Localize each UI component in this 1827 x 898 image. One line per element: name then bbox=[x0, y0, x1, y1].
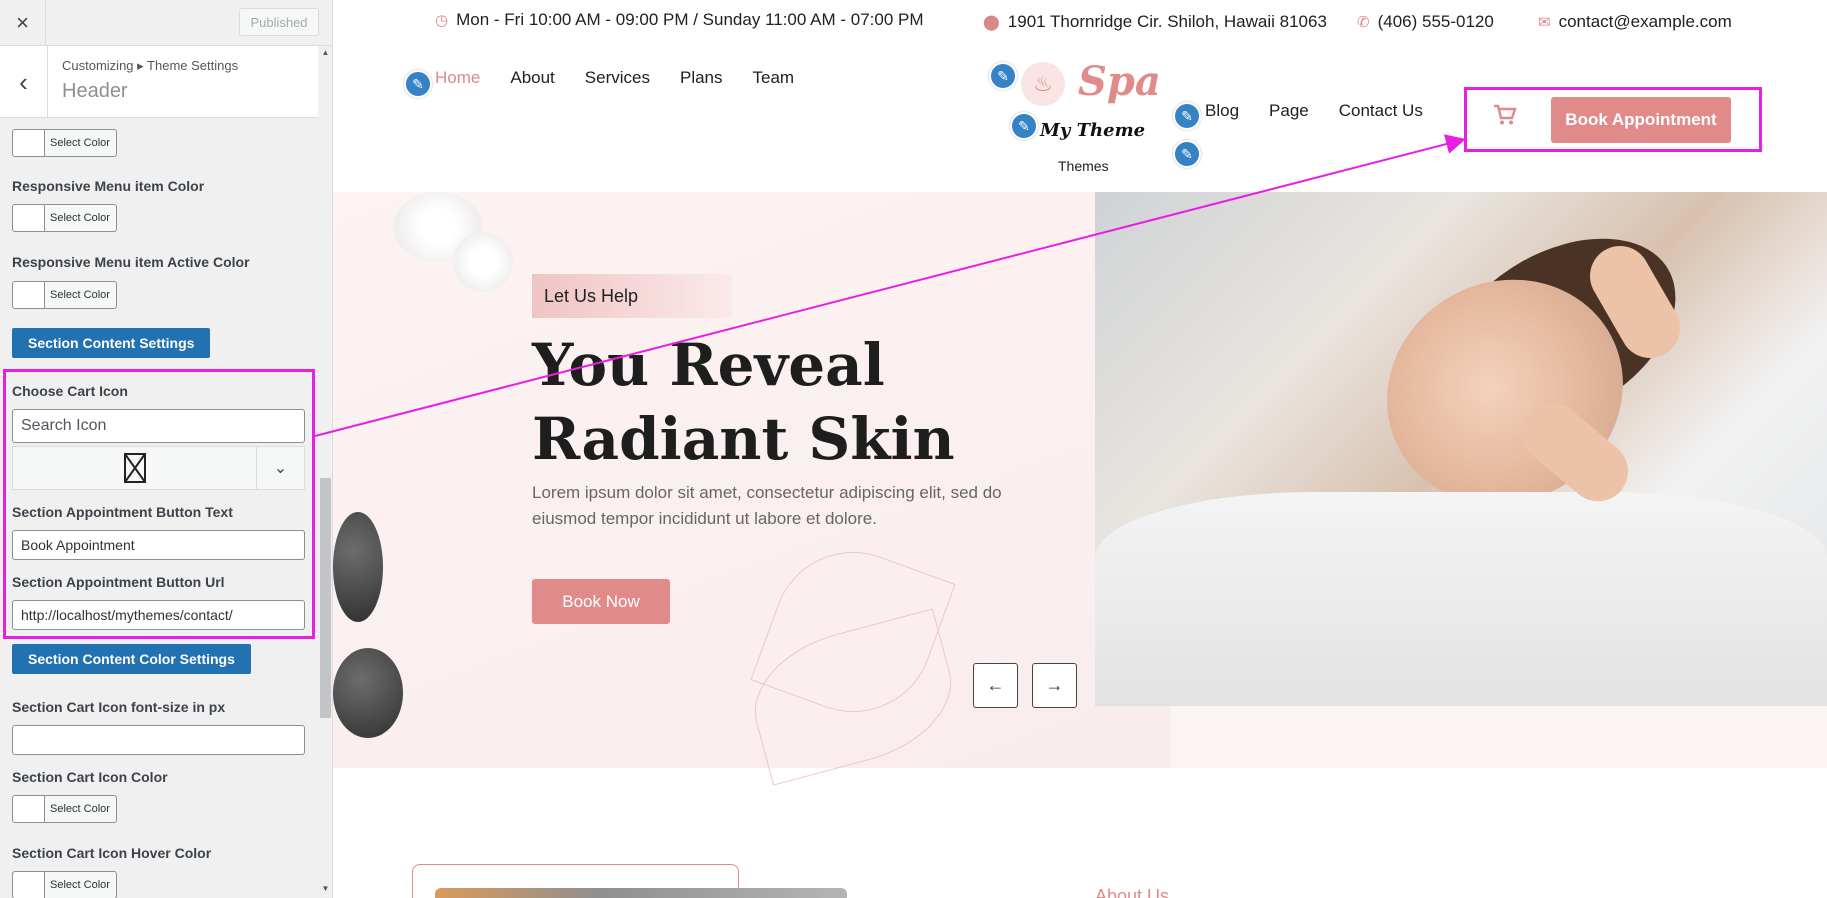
hero-photo bbox=[1095, 192, 1827, 706]
primary-nav-right: Blog Page Contact Us bbox=[1205, 101, 1423, 121]
nav-services[interactable]: Services bbox=[585, 68, 650, 88]
color-swatch bbox=[13, 796, 45, 822]
section-title: Header bbox=[62, 80, 128, 102]
logo-spa-text[interactable]: Spa bbox=[1078, 58, 1161, 105]
cart-icon-font-size-input[interactable] bbox=[12, 725, 305, 755]
highlight-box-controls bbox=[3, 369, 315, 639]
address-info: ⬤ 1901 Thornridge Cir. Shiloh, Hawaii 81… bbox=[983, 12, 1327, 31]
customizer-header-bar: × Published bbox=[0, 0, 332, 46]
edit-pencil-icon[interactable]: ✎ bbox=[989, 62, 1017, 90]
cart-icon-hover-color-label: Section Cart Icon Hover Color bbox=[12, 845, 212, 861]
about-card-image bbox=[435, 888, 847, 898]
scrollbar-thumb[interactable] bbox=[320, 478, 331, 718]
close-icon[interactable]: × bbox=[0, 0, 46, 46]
mail-icon: ✉ bbox=[1538, 14, 1551, 31]
nav-blog[interactable]: Blog bbox=[1205, 101, 1239, 121]
color-swatch bbox=[13, 282, 45, 308]
spa-logo-icon: ♨ bbox=[1021, 62, 1065, 106]
clock-icon: ◷ bbox=[435, 12, 449, 29]
customizer-sidebar: × Published ‹ Customizing ▸ Theme Settin… bbox=[0, 0, 333, 898]
top-info-bar: ◷ Mon - Fri 10:00 AM - 09:00 PM / Sunday… bbox=[333, 0, 1827, 42]
cart-icon-hover-color-button[interactable]: Select Color bbox=[12, 871, 117, 898]
edit-pencil-icon[interactable]: ✎ bbox=[1010, 112, 1038, 140]
edit-pencil-icon[interactable]: ✎ bbox=[1173, 140, 1201, 168]
stone-decoration bbox=[333, 648, 403, 738]
cart-icon-font-size-label: Section Cart Icon font-size in px bbox=[12, 699, 226, 715]
responsive-menu-item-active-color-button[interactable]: Select Color bbox=[12, 281, 117, 309]
responsive-menu-item-active-color-label: Responsive Menu item Active Color bbox=[12, 254, 250, 270]
nav-about[interactable]: About bbox=[510, 68, 554, 88]
map-pin-icon: ⬤ bbox=[983, 14, 1000, 31]
cart-icon-color-button[interactable]: Select Color bbox=[12, 795, 117, 823]
hero-tagline: Let Us Help bbox=[532, 274, 732, 318]
phone-icon: ✆ bbox=[1357, 14, 1370, 31]
color-swatch bbox=[13, 872, 45, 898]
published-button[interactable]: Published bbox=[239, 8, 319, 36]
scroll-down-icon[interactable]: ▼ bbox=[318, 884, 332, 896]
nav-plans[interactable]: Plans bbox=[680, 68, 723, 88]
responsive-menu-item-color-label: Responsive Menu item Color bbox=[12, 178, 205, 194]
nav-home[interactable]: Home bbox=[435, 68, 480, 88]
about-us-label: About Us bbox=[1095, 886, 1170, 898]
color-swatch bbox=[13, 130, 45, 156]
sidebar-scrollbar[interactable]: ▲ ▼ bbox=[318, 46, 332, 898]
highlight-box-header-button bbox=[1464, 87, 1762, 152]
nav-contact-us[interactable]: Contact Us bbox=[1339, 101, 1423, 121]
hero-text: Lorem ipsum dolor sit amet, consectetur … bbox=[532, 483, 1002, 528]
nav-team[interactable]: Team bbox=[753, 68, 795, 88]
section-content-settings-button[interactable]: Section Content Settings bbox=[12, 328, 211, 358]
scroll-up-icon[interactable]: ▲ bbox=[318, 48, 332, 60]
hours-info: ◷ Mon - Fri 10:00 AM - 09:00 PM / Sunday… bbox=[435, 10, 924, 29]
site-preview: ◷ Mon - Fri 10:00 AM - 09:00 PM / Sunday… bbox=[333, 0, 1827, 898]
stone-decoration bbox=[333, 512, 383, 622]
site-tagline: Themes bbox=[1058, 158, 1109, 174]
cart-icon-color-label: Section Cart Icon Color bbox=[12, 769, 168, 785]
book-now-button[interactable]: Book Now bbox=[532, 579, 670, 624]
section-header: ‹ Customizing ▸ Theme Settings Header bbox=[0, 46, 318, 118]
hero-title: You Reveal Radiant Skin bbox=[532, 331, 955, 473]
email-info[interactable]: ✉ contact@example.com bbox=[1538, 12, 1732, 32]
nav-page[interactable]: Page bbox=[1269, 101, 1309, 121]
slider-prev-arrow-icon[interactable]: ← bbox=[973, 663, 1018, 708]
edit-pencil-icon[interactable]: ✎ bbox=[404, 70, 432, 98]
breadcrumb: Customizing ▸ Theme Settings bbox=[62, 58, 239, 73]
color-picker-button[interactable]: Select Color bbox=[12, 129, 117, 157]
responsive-menu-item-color-button[interactable]: Select Color bbox=[12, 204, 117, 232]
phone-info[interactable]: ✆ (406) 555-0120 bbox=[1357, 12, 1494, 32]
color-swatch bbox=[13, 205, 45, 231]
slider-next-arrow-icon[interactable]: → bbox=[1032, 663, 1077, 708]
back-arrow-icon[interactable]: ‹ bbox=[0, 46, 48, 118]
edit-pencil-icon[interactable]: ✎ bbox=[1173, 102, 1201, 130]
section-content-color-settings-button[interactable]: Section Content Color Settings bbox=[12, 644, 251, 674]
site-title[interactable]: My Theme bbox=[1040, 120, 1145, 141]
flower-decoration bbox=[453, 232, 513, 292]
primary-nav-left: Home About Services Plans Team bbox=[435, 68, 794, 88]
